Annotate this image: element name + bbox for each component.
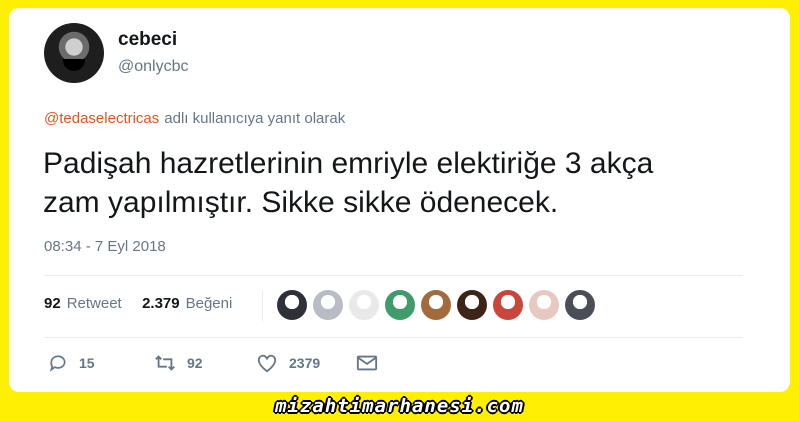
reply-count: 15: [79, 355, 95, 371]
reply-context: @tedaselectricas adlı kullanıcıya yanıt o…: [44, 110, 345, 127]
liker-avatar[interactable]: [277, 290, 307, 320]
like-stat-label: Beğeni: [185, 295, 233, 312]
retweet-stat[interactable]: 92 Retweet: [44, 295, 122, 312]
retweet-stat-count: 92: [44, 295, 61, 312]
display-name[interactable]: cebeci: [118, 29, 177, 51]
heart-icon: [257, 354, 277, 373]
divider: [44, 337, 743, 338]
tweet-timestamp[interactable]: 08:34 - 7 Eyl 2018: [44, 238, 166, 255]
tweet-text: Padişah hazretlerinin emriyle elektiriğe…: [43, 144, 763, 222]
like-stat-count: 2.379: [142, 295, 180, 312]
retweet-stat-label: Retweet: [66, 295, 122, 312]
envelope-icon: [356, 355, 378, 371]
tweet-text-line: zam yapılmıştır. Sikke sikke ödenecek.: [43, 186, 559, 219]
tweet-card: cebeci @onlycbc @tedaselectricas adlı kul…: [9, 8, 790, 392]
user-handle[interactable]: @onlycbc: [118, 58, 189, 76]
reply-mention-link[interactable]: @tedaselectricas: [44, 110, 159, 127]
liker-avatar[interactable]: [565, 290, 595, 320]
liker-avatar[interactable]: [349, 290, 379, 320]
liker-avatar[interactable]: [385, 290, 415, 320]
watermark: mizahtimarhanesi.com: [275, 395, 524, 417]
retweet-icon: [155, 355, 175, 371]
like-stat[interactable]: 2.379 Beğeni: [142, 295, 232, 312]
liker-avatar[interactable]: [421, 290, 451, 320]
reply-button[interactable]: 15: [48, 352, 95, 374]
retweet-button[interactable]: 92: [154, 352, 203, 374]
tweet-text-line: Padişah hazretlerinin emriyle elektiriğe…: [43, 147, 654, 180]
message-button[interactable]: [356, 352, 389, 374]
like-button[interactable]: 2379: [256, 352, 320, 374]
reply-context-text: adlı kullanıcıya yanıt olarak: [164, 110, 346, 127]
user-avatar[interactable]: [44, 23, 104, 83]
liker-avatar[interactable]: [457, 290, 487, 320]
like-count: 2379: [289, 355, 321, 371]
liker-avatar[interactable]: [493, 290, 523, 320]
liker-avatar[interactable]: [529, 290, 559, 320]
reply-icon: [49, 355, 66, 372]
divider: [44, 275, 743, 276]
retweet-count: 92: [187, 355, 203, 371]
engagement-stats: 92 Retweet 2.379 Beğeni: [44, 295, 232, 312]
stats-divider: [262, 291, 263, 321]
liker-avatar[interactable]: [313, 290, 343, 320]
